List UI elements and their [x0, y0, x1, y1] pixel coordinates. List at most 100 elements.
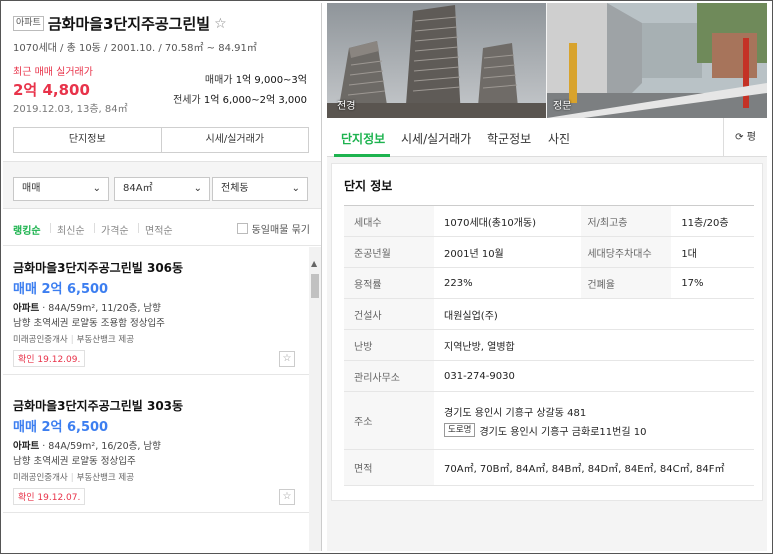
building-select[interactable]: 전체동 ⌄	[212, 177, 308, 201]
left-tab-buttons: 단지정보 시세/실거래가	[13, 127, 309, 153]
active-tab-indicator	[334, 154, 390, 157]
jeonse-price-value: 1억 6,000~2억 3,000	[203, 95, 307, 106]
group-same-label: 동일매물 묶기	[251, 225, 310, 236]
confirm-badge: 확인 19.12.09.	[13, 350, 86, 367]
info-key: 난방	[344, 329, 434, 361]
listing-name: 금화마을3단지주공그린빌 303동	[13, 399, 184, 413]
trade-type-select[interactable]: 매매 ⌄	[13, 177, 109, 201]
info-row: 세대수 1070세대(총10개동) 저/최고층 11층/20층	[344, 205, 754, 237]
info-value: 17%	[671, 267, 754, 299]
info-row: 용적률 223% 건폐율 17%	[344, 267, 754, 299]
chevron-down-icon: ⌄	[193, 183, 202, 194]
photo-caption: 전경	[337, 101, 356, 112]
star-outline-icon[interactable]: ☆	[214, 16, 227, 32]
gate-photo-image	[547, 3, 767, 118]
info-row: 건설사 대원실업(주)	[344, 298, 754, 330]
detail-tabs: 단지정보 시세/실거래가 학군정보 사진 ⟳ 평	[327, 118, 767, 157]
divider	[138, 223, 139, 233]
info-key: 건설사	[344, 298, 434, 330]
listing-item[interactable]: 금화마을3단지주공그린빌 303동 매매 2억 6,500 아파트 · 84A/…	[3, 385, 309, 513]
exterior-photo-image	[327, 3, 546, 118]
photo-main-gate[interactable]: 정문	[547, 3, 767, 118]
builder-value: 대원실업(주)	[434, 298, 754, 330]
divider	[50, 223, 51, 233]
complex-info-card: 단지 정보 세대수 1070세대(총10개동) 저/최고층 11층/20층 준공…	[331, 163, 763, 501]
tab-photos[interactable]: 사진	[548, 130, 570, 147]
sort-bar: 랭킹순 최신순 가격순 면적순 동일매물 묶기	[3, 210, 321, 246]
info-value: 2001년 10월	[434, 236, 582, 268]
confirm-badge: 확인 19.12.07.	[13, 488, 86, 505]
star-outline-icon[interactable]: ☆	[279, 351, 295, 367]
chevron-down-icon: ⌄	[291, 183, 300, 194]
complex-info-title: 단지 정보	[344, 179, 393, 193]
jeonse-price-range: 전세가 1억 6,000~2억 3,000	[173, 91, 307, 106]
address-value: 경기도 용인시 기흥구 상갈동 481 도로명 경기도 용인시 기흥구 금화로1…	[434, 391, 754, 450]
listing-price: 매매 2억 6,500	[13, 420, 109, 435]
complex-detail-panel: 전경 정문 단지정보 시세/실거래가 학군정보 사진 ⟳ 평 단지 정보 세대수…	[327, 3, 767, 551]
recent-trade-price: 2억 4,800	[13, 81, 90, 99]
chevron-down-icon: ⌄	[92, 183, 101, 194]
listing-price: 매매 2억 6,500	[13, 282, 109, 297]
area-types: 70A㎡, 70B㎡, 84A㎡, 84B㎡, 84D㎡, 84E㎡, 84C㎡…	[434, 449, 754, 486]
photo-caption: 정문	[553, 101, 572, 112]
photo-exterior[interactable]: 전경	[327, 3, 546, 118]
info-row: 주소 경기도 용인시 기흥구 상갈동 481 도로명 경기도 용인시 기흥구 금…	[344, 391, 754, 450]
road-name-badge: 도로명	[444, 423, 476, 437]
tab-market-price[interactable]: 시세/실거래가	[160, 128, 308, 152]
tab-complex-info[interactable]: 단지정보	[341, 130, 385, 147]
complex-header: 아파트 금화마을3단지주공그린빌 ☆ 1070세대 / 총 10동 / 2001…	[13, 13, 313, 54]
trade-type-value: 매매	[22, 183, 41, 194]
photo-strip: 전경 정문	[327, 3, 767, 118]
listing-spec-detail: 84A/59m², 16/20층, 남향	[48, 441, 161, 452]
sort-ranking[interactable]: 랭킹순	[13, 222, 41, 237]
provider-name: 부동산뱅크 제공	[76, 473, 135, 483]
complex-title: 금화마을3단지주공그린빌	[47, 15, 211, 33]
heating-value: 지역난방, 열병합	[434, 329, 754, 361]
sale-price-range: 매매가 1억 9,000~3억	[205, 71, 307, 86]
office-phone: 031-274-9030	[434, 360, 754, 392]
info-key: 관리사무소	[344, 360, 434, 392]
road-address: 경기도 용인시 기흥구 금화로11번길 10	[479, 426, 647, 438]
scroll-thumb[interactable]	[311, 274, 319, 298]
tab-school-info[interactable]: 학군정보	[487, 130, 531, 147]
info-value: 11층/20층	[671, 205, 754, 237]
filter-bar: 매매 ⌄ 84A㎡ ⌄ 전체동 ⌄	[3, 161, 321, 209]
listing-desc: 남향 초역세권 로얄동 정상입주	[13, 456, 136, 467]
lot-address: 경기도 용인시 기흥구 상갈동 481	[444, 407, 587, 419]
refresh-icon: ⟳	[735, 132, 744, 143]
star-outline-icon[interactable]: ☆	[279, 489, 295, 505]
checkbox[interactable]	[236, 223, 248, 234]
provider-name: 부동산뱅크 제공	[76, 335, 135, 345]
info-key: 건폐율	[581, 267, 672, 299]
info-value: 1070세대(총10개동)	[434, 205, 582, 237]
road-address-line: 도로명 경기도 용인시 기흥구 금화로11번길 10	[444, 423, 754, 438]
info-key: 준공년월	[344, 236, 434, 268]
listing-item[interactable]: 금화마을3단지주공그린빌 306동 매매 2억 6,500 아파트 · 84A/…	[3, 247, 309, 375]
listing-spec: 아파트 · 84A/59m², 11/20층, 남향	[13, 303, 161, 314]
group-same-listings[interactable]: 동일매물 묶기	[236, 221, 310, 236]
unit-toggle-button[interactable]: ⟳ 평	[723, 118, 767, 157]
sort-area[interactable]: 면적순	[145, 222, 173, 237]
type-badge: 아파트	[13, 16, 44, 31]
agency-name[interactable]: 미래공인중개사	[13, 335, 68, 345]
tab-market-price[interactable]: 시세/실거래가	[401, 130, 471, 147]
listing-name: 금화마을3단지주공그린빌 306동	[13, 261, 184, 275]
info-key: 저/최고층	[581, 205, 672, 237]
area-select[interactable]: 84A㎡ ⌄	[114, 177, 210, 201]
info-row: 준공년월 2001년 10월 세대당주차대수 1대	[344, 236, 754, 268]
listing-spec-type: 아파트	[13, 303, 40, 314]
info-key: 세대당주차대수	[581, 236, 672, 268]
recent-trade-date: 2019.12.03, 13층, 84㎡	[13, 104, 128, 115]
listing-scrollbar[interactable]: ▲	[309, 247, 321, 551]
building-value: 전체동	[221, 183, 249, 194]
sort-price[interactable]: 가격순	[101, 222, 129, 237]
recent-trade-label: 최근 매매 실거래가	[13, 67, 93, 78]
scroll-up-icon[interactable]: ▲	[311, 259, 317, 268]
info-key: 면적	[344, 449, 434, 486]
sort-latest[interactable]: 최신순	[57, 222, 85, 237]
agency-name[interactable]: 미래공인중개사	[13, 473, 68, 483]
tab-complex-info[interactable]: 단지정보	[14, 128, 161, 152]
info-key: 용적률	[344, 267, 434, 299]
complex-info-table: 세대수 1070세대(총10개동) 저/최고층 11층/20층 준공년월 200…	[344, 205, 754, 486]
info-row: 난방 지역난방, 열병합	[344, 329, 754, 361]
